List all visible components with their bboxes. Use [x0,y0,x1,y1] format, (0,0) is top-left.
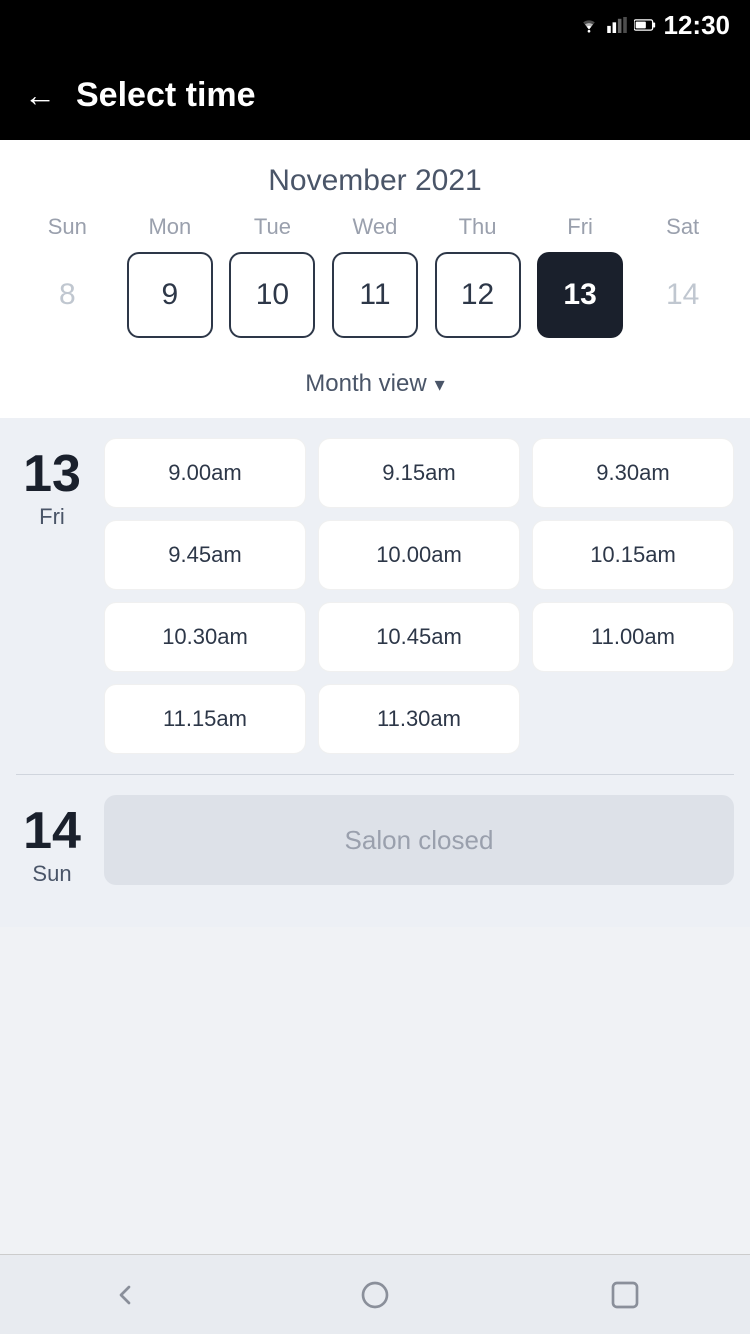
slots-section: 13 Fri 9.00am 9.15am 9.30am 9.45am 10.00… [0,418,750,927]
battery-icon [634,17,656,33]
month-view-label: Month view [305,370,426,398]
day-13-number: 13 [23,448,81,500]
recent-nav-icon [609,1279,641,1311]
section-divider [16,774,734,775]
back-button[interactable]: ← [24,79,56,111]
time-slot-1130am[interactable]: 11.30am [318,684,520,754]
weekday-sun: Sun [22,214,112,240]
day-14-number: 14 [23,805,81,857]
day-14-row: 14 Sun Salon closed [16,795,734,887]
home-nav-icon [359,1279,391,1311]
time-slot-1100am[interactable]: 11.00am [532,602,734,672]
date-cell-12[interactable]: 12 [435,252,521,338]
weekday-tue: Tue [227,214,317,240]
day-13-row: 13 Fri 9.00am 9.15am 9.30am 9.45am 10.00… [16,438,734,754]
calendar-section: November 2021 Sun Mon Tue Wed Thu Fri Sa… [0,140,750,354]
signal-icon [606,17,628,33]
day-14-info: 14 Sun [16,795,88,887]
date-cell-8[interactable]: 8 [24,252,110,338]
chevron-down-icon: ▾ [435,372,445,397]
status-bar: 12:30 [0,0,750,50]
month-label: November 2021 [16,164,734,198]
time-slot-1030am[interactable]: 10.30am [104,602,306,672]
day-13-name: Fri [39,504,65,530]
weekday-sat: Sat [638,214,728,240]
nav-bar [0,1254,750,1334]
date-cell-11[interactable]: 11 [332,252,418,338]
date-cell-10[interactable]: 10 [229,252,315,338]
weekday-mon: Mon [125,214,215,240]
time-slot-945am[interactable]: 9.45am [104,520,306,590]
weekday-thu: Thu [433,214,523,240]
dates-row: 8 9 10 11 12 13 14 [16,252,734,354]
nav-recent-button[interactable] [607,1277,643,1313]
time-slot-1000am[interactable]: 10.00am [318,520,520,590]
date-cell-9[interactable]: 9 [127,252,213,338]
page-title: Select time [76,76,256,115]
month-view-toggle[interactable]: Month view ▾ [0,354,750,418]
time-slot-930am[interactable]: 9.30am [532,438,734,508]
time-slot-1015am[interactable]: 10.15am [532,520,734,590]
wifi-icon [578,17,600,33]
salon-closed-box: Salon closed [104,795,734,885]
salon-closed-label: Salon closed [345,825,494,856]
weekday-row: Sun Mon Tue Wed Thu Fri Sat [16,214,734,240]
app-header: ← Select time [0,50,750,140]
day-13-slots-grid: 9.00am 9.15am 9.30am 9.45am 10.00am 10.1… [104,438,734,754]
time-slot-1045am[interactable]: 10.45am [318,602,520,672]
nav-back-button[interactable] [107,1277,143,1313]
weekday-fri: Fri [535,214,625,240]
date-cell-13[interactable]: 13 [537,252,623,338]
status-time: 12:30 [664,10,731,41]
time-slot-1115am[interactable]: 11.15am [104,684,306,754]
nav-home-button[interactable] [357,1277,393,1313]
weekday-wed: Wed [330,214,420,240]
day-14-name: Sun [32,861,71,887]
time-slot-900am[interactable]: 9.00am [104,438,306,508]
back-nav-icon [109,1279,141,1311]
date-cell-14[interactable]: 14 [640,252,726,338]
day-13-info: 13 Fri [16,438,88,754]
time-slot-915am[interactable]: 9.15am [318,438,520,508]
status-icons [578,17,656,33]
